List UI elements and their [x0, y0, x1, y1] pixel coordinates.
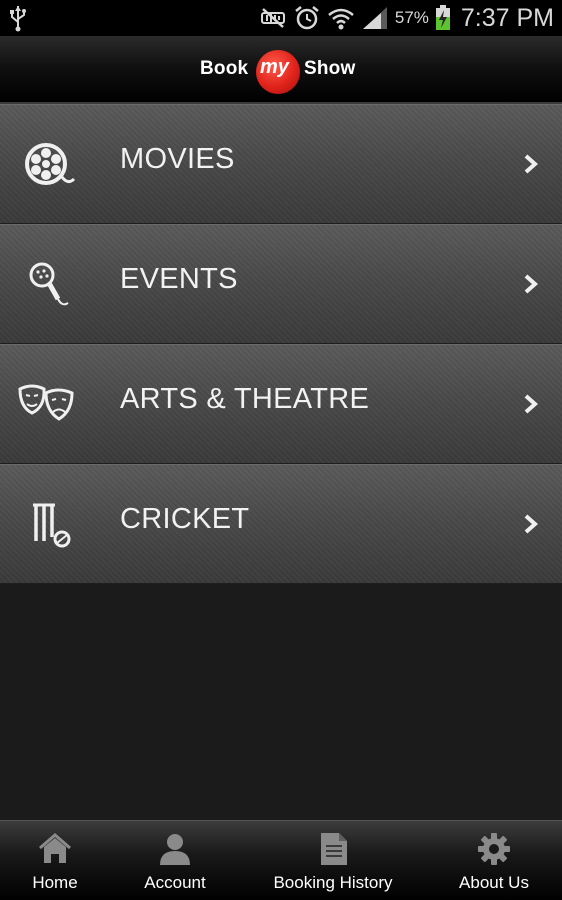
battery-percentage: 57% — [394, 8, 429, 27]
tab-label: Home — [32, 873, 78, 892]
alarm-icon — [295, 6, 319, 30]
menu-item-label: CRICKET — [120, 503, 250, 535]
cricket-wickets-icon — [33, 503, 71, 548]
logo-word-show: Show — [304, 58, 356, 79]
menu-item-arts-theatre[interactable]: ARTS & THEATRE — [0, 344, 562, 464]
status-bar: 57% 7:37 PM — [0, 0, 562, 36]
signal-icon — [362, 7, 387, 29]
status-icons: 57% 7:37 PM — [259, 0, 554, 36]
tab-label: About Us — [459, 873, 529, 892]
chevron-right-icon — [524, 154, 539, 174]
logo-word-my: my — [260, 56, 289, 78]
gear-icon — [478, 833, 510, 865]
menu-item-movies[interactable]: MOVIES — [0, 104, 562, 224]
app-header: Book my Show — [0, 36, 562, 104]
bookmyshow-logo: Book my Show — [200, 46, 365, 94]
clock: 7:37 PM — [460, 3, 554, 32]
wifi-icon — [328, 8, 354, 30]
menu-item-cricket[interactable]: CRICKET — [0, 464, 562, 584]
tab-label: Booking History — [273, 873, 393, 892]
microphone-icon — [29, 262, 69, 306]
chevron-right-icon — [524, 274, 539, 294]
tab-account[interactable]: Account — [134, 821, 216, 900]
home-icon — [39, 833, 71, 863]
menu-item-label: MOVIES — [120, 143, 235, 175]
mute-icon — [260, 8, 285, 28]
chevron-right-icon — [524, 514, 539, 534]
screen: 57% 7:37 PM Book my Show MOVIES EVENTS A… — [0, 0, 562, 900]
menu-item-label: ARTS & THEATRE — [120, 383, 370, 415]
tab-about-us[interactable]: About Us — [452, 821, 536, 900]
bottom-nav: Home Account Booking History About Us — [0, 820, 562, 900]
tab-label: Account — [144, 873, 206, 892]
usb-icon — [10, 6, 26, 32]
theatre-masks-icon — [18, 384, 74, 421]
menu-item-label: EVENTS — [120, 263, 238, 295]
logo-word-book: Book — [200, 58, 249, 79]
battery-icon — [435, 5, 450, 30]
film-reel-icon — [25, 143, 76, 185]
tab-booking-history[interactable]: Booking History — [266, 821, 400, 900]
chevron-right-icon — [524, 394, 539, 414]
tab-home[interactable]: Home — [20, 821, 90, 900]
menu-item-events[interactable]: EVENTS — [0, 224, 562, 344]
document-icon — [321, 833, 347, 865]
category-menu: MOVIES EVENTS ARTS & THEATRE CRICKET — [0, 104, 562, 584]
user-icon — [160, 834, 190, 865]
